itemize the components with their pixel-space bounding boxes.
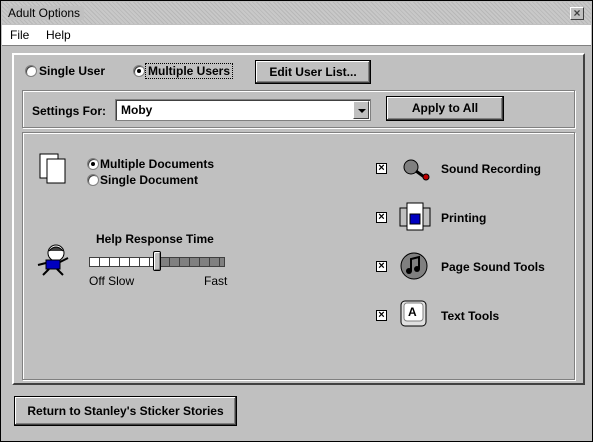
text-tools-label[interactable]: Text Tools <box>441 309 499 323</box>
single-document-label[interactable]: Single Document <box>100 173 198 187</box>
page-sound-tools-label[interactable]: Page Sound Tools <box>441 260 545 274</box>
close-button[interactable]: × <box>570 7 584 20</box>
sound-recording-label[interactable]: Sound Recording <box>441 162 541 176</box>
user-select[interactable]: Moby <box>115 99 371 121</box>
menu-file[interactable]: File <box>10 28 29 42</box>
settings-for-label: Settings For: <box>32 104 106 118</box>
user-select-value: Moby <box>121 103 153 117</box>
printing-checkbox[interactable]: × <box>376 212 387 223</box>
multiple-users-radio[interactable] <box>133 65 145 77</box>
help-response-max-label: Fast <box>204 274 228 288</box>
menu-help[interactable]: Help <box>46 28 71 42</box>
single-user-radio[interactable] <box>25 65 37 77</box>
adult-options-window: Adult Options × File Help Single User Mu… <box>0 0 593 442</box>
return-button[interactable]: Return to Stanley's Sticker Stories <box>14 396 237 426</box>
music-note-icon <box>400 252 428 280</box>
help-response-title: Help Response Time <box>96 232 214 246</box>
multiple-users-label[interactable]: Multiple Users <box>144 63 234 79</box>
single-document-radio[interactable] <box>87 174 99 186</box>
svg-text:A: A <box>408 305 417 319</box>
title-bar[interactable]: Adult Options × <box>2 2 591 24</box>
page-sound-tools-checkbox[interactable]: × <box>376 261 387 272</box>
single-user-label[interactable]: Single User <box>39 64 105 78</box>
help-response-slider-thumb[interactable] <box>153 251 161 271</box>
edit-user-list-button[interactable]: Edit User List... <box>255 60 371 84</box>
window-title: Adult Options <box>8 6 85 20</box>
running-character-icon <box>37 244 69 276</box>
documents-icon <box>39 153 66 184</box>
apply-to-all-button[interactable]: Apply to All <box>386 96 504 121</box>
help-response-min-label: Off Slow <box>89 274 135 288</box>
help-response-slider-fill <box>90 258 157 266</box>
sound-recording-checkbox[interactable]: × <box>376 163 387 174</box>
printing-label[interactable]: Printing <box>441 211 486 225</box>
chevron-down-icon[interactable] <box>353 101 369 119</box>
multiple-documents-label[interactable]: Multiple Documents <box>100 157 214 171</box>
printer-icon <box>399 202 431 231</box>
menu-bar: File Help <box>2 25 591 46</box>
text-key-icon: A <box>400 300 427 327</box>
microphone-icon <box>403 159 430 181</box>
text-tools-checkbox[interactable]: × <box>376 310 387 321</box>
multiple-documents-radio[interactable] <box>87 158 99 170</box>
